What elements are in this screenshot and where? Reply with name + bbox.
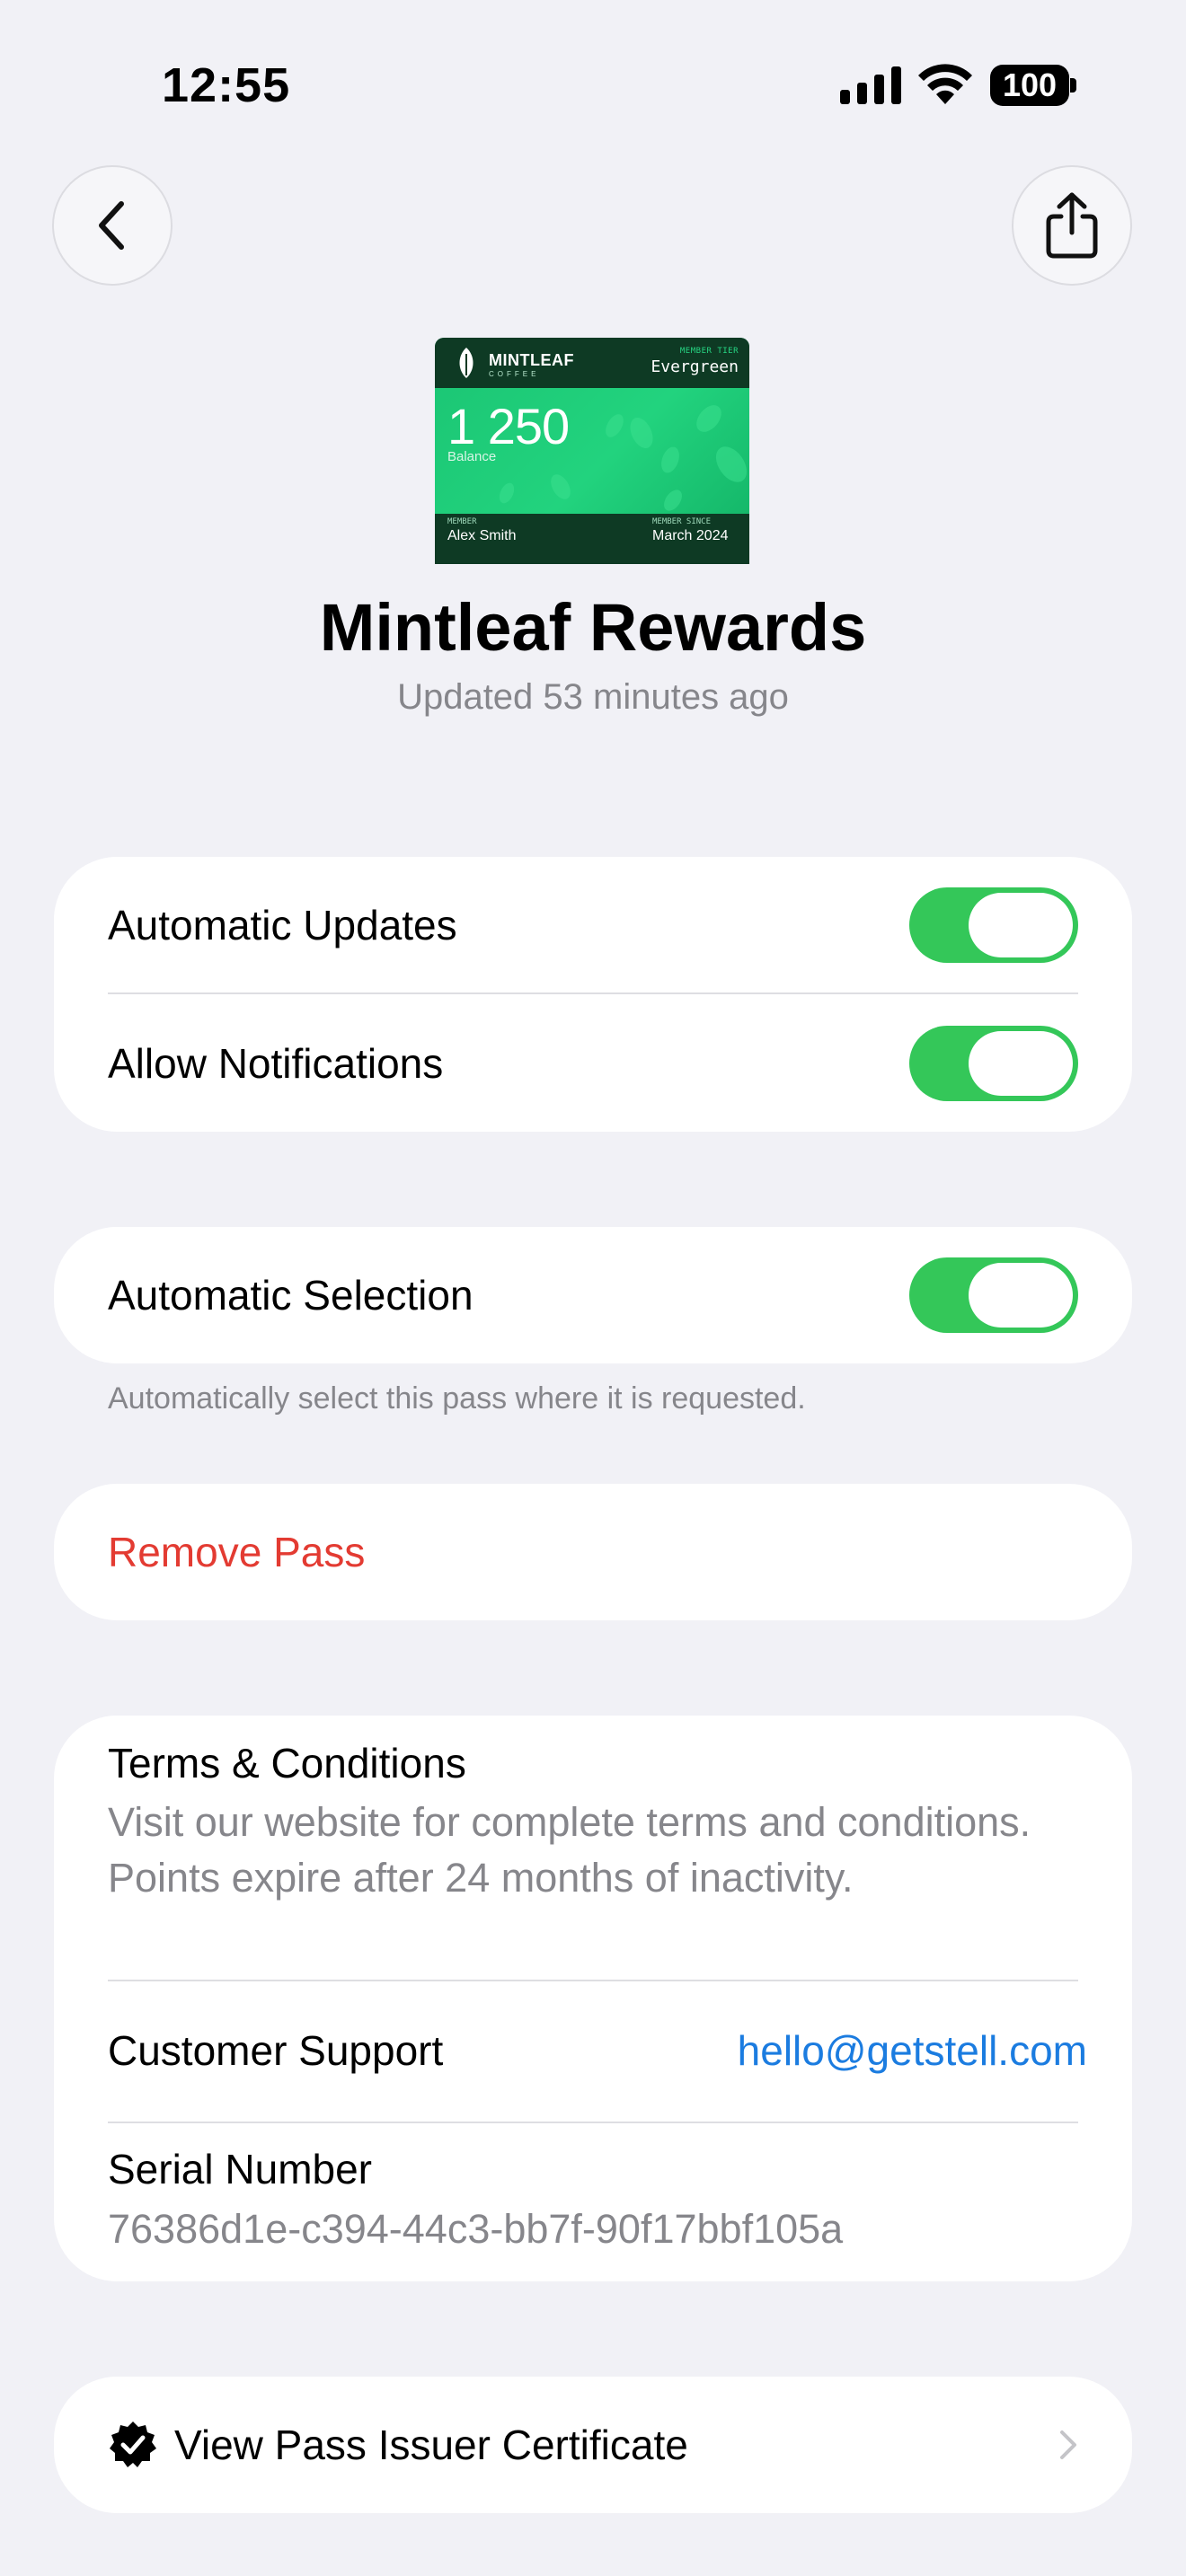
share-button[interactable] [1012, 165, 1132, 286]
card-brand: MINTLEAF [489, 351, 574, 369]
terms-body: Visit our website for complete terms and… [108, 1799, 1031, 1901]
selection-footnote: Automatically select this pass where it … [108, 1381, 806, 1416]
status-bar: 12:55 100 [0, 0, 1186, 171]
card-points: 1 250 [447, 398, 570, 454]
leaf-logo-icon [459, 348, 474, 378]
automatic-updates-label: Automatic Updates [108, 902, 457, 948]
terms-title: Terms & Conditions [108, 1740, 466, 1786]
wifi-icon [918, 64, 972, 104]
allow-notifications-label: Allow Notifications [108, 1040, 444, 1087]
status-time: 12:55 [162, 58, 291, 112]
back-button[interactable] [52, 165, 173, 286]
divider [108, 2122, 1078, 2123]
updates-group: Automatic Updates Allow Notifications [54, 857, 1132, 1132]
card-points-label: Balance [447, 449, 497, 464]
view-certificate-button[interactable]: View Pass Issuer Certificate [54, 2377, 1132, 2513]
serial-number-value: 76386d1e-c394-44c3-bb7f-90f17bbf105a [108, 2206, 844, 2252]
remove-pass-button[interactable]: Remove Pass [54, 1484, 1132, 1620]
chevron-right-icon [1060, 2430, 1076, 2459]
divider [108, 992, 1078, 994]
card-member-label: MEMBER [447, 517, 477, 526]
serial-number-label: Serial Number [108, 2146, 372, 2192]
remove-pass-label: Remove Pass [108, 1529, 366, 1575]
verified-badge-icon [110, 2422, 156, 2467]
share-icon [1046, 192, 1098, 259]
card-since-value: March 2024 [652, 528, 729, 543]
view-certificate-label: View Pass Issuer Certificate [174, 2422, 688, 2468]
battery-level: 100 [1002, 66, 1058, 103]
battery-indicator: 100 [990, 65, 1076, 106]
automatic-selection-toggle[interactable] [909, 1257, 1078, 1333]
pass-details-screen: 12:55 100 MINTLEAF COFFEE MEMBER TIER Ev… [0, 0, 1186, 2576]
card-brand-sub: COFFEE [489, 370, 540, 378]
customer-support-row: Customer Support hello@getstell.com [108, 1981, 1087, 2120]
cellular-signal-icon [840, 66, 901, 104]
selection-group: Automatic Selection [54, 1227, 1132, 1363]
customer-support-label: Customer Support [108, 2027, 444, 2074]
support-email-link[interactable]: hello@getstell.com [738, 2026, 1087, 2075]
automatic-selection-label: Automatic Selection [108, 1272, 474, 1319]
card-tier-label: MEMBER TIER [679, 347, 739, 356]
page-title: Mintleaf Rewards [319, 590, 867, 665]
pass-card-thumbnail[interactable]: MINTLEAF COFFEE MEMBER TIER Evergreen 1 … [435, 338, 749, 564]
card-member-name: Alex Smith [447, 528, 517, 543]
allow-notifications-toggle[interactable] [909, 1026, 1078, 1101]
card-tier-value: Evergreen [651, 357, 739, 376]
card-since-label: MEMBER SINCE [652, 517, 712, 526]
chevron-left-icon [99, 201, 124, 250]
page-subtitle: Updated 53 minutes ago [397, 677, 789, 717]
automatic-updates-toggle[interactable] [909, 887, 1078, 963]
pass-info-group: Terms & Conditions Visit our website for… [54, 1716, 1132, 2281]
